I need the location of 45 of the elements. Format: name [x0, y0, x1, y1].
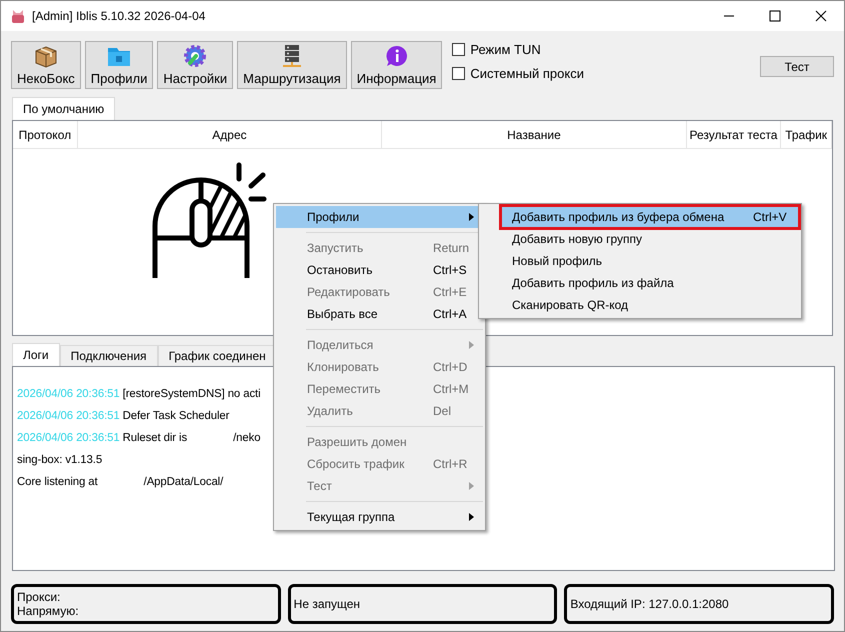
maximize-icon[interactable] [769, 10, 781, 22]
toolbar-button[interactable]: Информация [350, 41, 442, 89]
status-text: Не запущен [294, 597, 362, 611]
info-icon [384, 43, 410, 69]
checkbox[interactable] [452, 43, 466, 56]
column-header[interactable]: Результат теста [686, 121, 782, 148]
column-header[interactable]: Название [382, 121, 687, 148]
close-icon[interactable] [815, 10, 827, 22]
menu-item[interactable]: Новый профиль [481, 250, 799, 272]
menu-item[interactable]: Добавить профиль из файла [481, 272, 799, 294]
log-timestamp: 2026/04/06 20:36:51 [17, 410, 120, 422]
log-text: sing-box: v1.13.5 [17, 454, 102, 466]
checkbox[interactable] [452, 67, 466, 80]
mouse-click-icon [151, 161, 267, 278]
test-button[interactable]: Тест [760, 56, 834, 77]
window-title: [Admin] Iblis 5.10.32 2026-04-04 [32, 9, 206, 23]
toolbar-button[interactable]: Профили [84, 41, 154, 89]
log-text: /neko [233, 432, 260, 444]
log-text: [restoreSystemDNS] no acti [122, 388, 261, 400]
tab[interactable]: По умолчанию [12, 97, 116, 120]
inbound-text: Входящий IP: 127.0.0.1:2080 [570, 597, 730, 611]
log-text: /AppData/Local/ [144, 476, 224, 488]
menu-item[interactable]: Добавить новую группу [481, 228, 799, 250]
menu-item[interactable]: Текущая группа [276, 506, 483, 528]
toolbar-button[interactable]: НекоБокс [11, 41, 81, 89]
log-text: Defer Task Scheduler [122, 410, 230, 422]
log-text: Core listening at [17, 476, 98, 488]
tab[interactable]: Логи [12, 343, 60, 366]
checkbox-label[interactable]: Режим TUN [470, 42, 541, 57]
column-header[interactable]: Протокол [13, 121, 78, 148]
traffic-label: Напрямую: [17, 604, 80, 618]
app-icon [10, 8, 26, 24]
column-header[interactable]: Адрес [78, 121, 382, 148]
column-header[interactable]: Трафик [781, 121, 832, 148]
log-text: Ruleset dir is [122, 432, 188, 444]
log-timestamp: 2026/04/06 20:36:51 [17, 432, 120, 444]
checkbox-label[interactable]: Системный прокси [470, 66, 584, 81]
tab[interactable]: Подключения [60, 345, 158, 366]
toolbar-button[interactable]: Настройки [157, 41, 234, 89]
menu-item[interactable]: Сканировать QR-код [481, 294, 799, 316]
menu-item[interactable]: Добавить профиль из буфера обмена Ctrl+V [501, 206, 799, 228]
toolbar-button[interactable]: Маршрутизация [237, 41, 347, 89]
traffic-label: Прокси: [17, 590, 62, 604]
gear-icon [182, 43, 208, 69]
log-timestamp: 2026/04/06 20:36:51 [17, 388, 120, 400]
